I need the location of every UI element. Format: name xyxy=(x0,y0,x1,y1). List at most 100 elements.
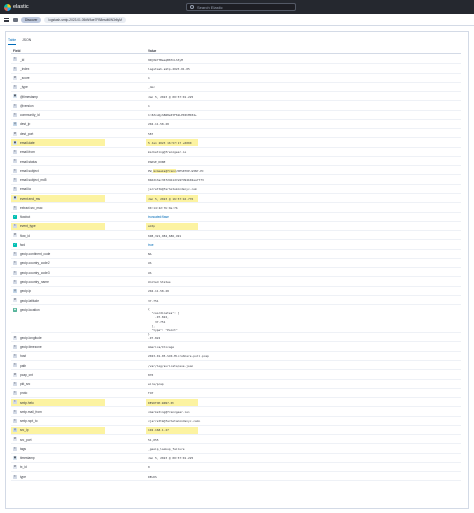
field-name: _index xyxy=(20,66,30,71)
date-type-icon: ▣ xyxy=(13,140,17,145)
field-value: US xyxy=(148,261,152,266)
tab-json[interactable]: JSON xyxy=(22,38,31,45)
field-value: PARSE_DONE xyxy=(148,159,166,164)
field-value: { "coordinates": [ -97.822, 37.751 ], "t… xyxy=(148,306,180,337)
hamburger-menu-icon[interactable] xyxy=(4,17,9,22)
field-value: 1 xyxy=(148,76,150,81)
num-type-icon: # xyxy=(13,131,17,136)
field-name: flow_id xyxy=(20,233,30,238)
num-type-icon: # xyxy=(13,298,17,303)
table-row: t host 2023-01-05-SCR-MicroShare-pull.pcap xyxy=(11,352,461,361)
global-search-input[interactable]: Search Elastic xyxy=(186,3,296,11)
field-value: /var/log/suricata/eve.json xyxy=(148,363,194,368)
str-type-icon: t xyxy=(13,344,17,349)
field-value: 192.168.1.27 xyxy=(148,428,169,433)
str-type-icon: t xyxy=(13,418,17,423)
date-type-icon: ▣ xyxy=(13,196,17,201)
geo-type-icon: ◆ xyxy=(13,307,17,312)
table-row: ▣ timestamp Jan 5, 2023 @ 00:57:01.225 xyxy=(11,454,461,463)
field-value: <jarrettm@farhotomindsnyc.com> xyxy=(148,419,201,424)
field-name: smtp.mail_from xyxy=(20,409,42,414)
table-row: ✓ flowbot truncated:flase xyxy=(11,213,461,222)
table-row: t geoip.country_code2 US xyxy=(11,259,461,269)
table-row: t email.from marketing@frenzgear.io xyxy=(11,148,461,157)
table-row: t pkt_src wire/pcap xyxy=(11,380,461,389)
tab-table[interactable]: Table xyxy=(8,38,17,45)
table-row: t path/var/log/suricata/eve.json xyxy=(11,361,461,371)
table-row: ✓ fwd true xyxy=(11,240,461,250)
field-value: PW_mcmeeks@frenz/DESKTOP-WIN7-PC xyxy=(148,168,204,173)
field-value: wire/pcap xyxy=(148,382,164,387)
str-type-icon: t xyxy=(13,409,17,414)
table-row: # tx_id 0 xyxy=(11,463,461,473)
elastic-logo[interactable]: elastic xyxy=(4,3,29,11)
table-row: t email.subject PW_mcmeeks@frenz/DESKTOP-W… xyxy=(11,166,461,176)
str-type-icon: t xyxy=(13,363,17,368)
table-row: ◎ src_ip 192.168.1.27 xyxy=(11,426,461,436)
field-name: type xyxy=(20,474,27,479)
field-name: _type xyxy=(20,85,28,90)
table-row: t geoip.continent_code NA xyxy=(11,250,461,259)
brand-name: elastic xyxy=(13,4,29,10)
field-value: 698,321,984,686,491 xyxy=(148,233,182,238)
str-type-icon: t xyxy=(13,446,17,451)
table-row: t geoip.country_name United States xyxy=(11,277,461,287)
field-name: event_type xyxy=(20,224,36,229)
table-row: t @version 1 xyxy=(11,101,461,111)
field-name: @version xyxy=(20,103,34,108)
str-type-icon: t xyxy=(13,57,17,62)
table-row: ▣ email.date 5 Jan 2023 16:57:17 +0000 xyxy=(11,138,461,148)
str-type-icon: t xyxy=(13,159,17,164)
str-type-icon: t xyxy=(13,279,17,284)
field-value: 51,055 xyxy=(148,437,159,442)
table-row: t smtp.helo DESKTOP-WIN7-PC xyxy=(11,398,461,408)
breadcrumb-discover[interactable]: Discover xyxy=(21,16,42,23)
field-value[interactable]: truncated:flase xyxy=(148,215,169,219)
elastic-logo-icon xyxy=(4,3,11,11)
str-type-icon: t xyxy=(13,251,17,256)
field-value: 5 Jan 2023 16:57:17 +0000 xyxy=(148,140,192,145)
field-value: _geoip_lookup_failure xyxy=(148,446,185,451)
field-value: marketing@frenzgear.io xyxy=(148,150,187,155)
value-suffix: /DESKTOP-WIN7-PC xyxy=(175,168,204,173)
field-value: <marketing@frenzgear.io> xyxy=(148,409,190,414)
str-type-icon: t xyxy=(13,270,17,275)
field-name: @timestamp xyxy=(20,94,38,99)
num-type-icon: # xyxy=(13,372,17,377)
str-type-icon: t xyxy=(13,168,17,173)
field-name: src_port xyxy=(20,437,32,442)
table-row: t proto TCP xyxy=(11,389,461,399)
str-type-icon: t xyxy=(13,177,17,182)
field-value: TCP xyxy=(148,391,154,396)
table-header: Field Value xyxy=(11,48,461,54)
field-name: geoip.longitude xyxy=(20,335,42,340)
str-type-icon: t xyxy=(13,391,17,396)
field-value: 870 xyxy=(148,372,154,377)
num-type-icon: # xyxy=(13,335,17,340)
app-switcher-icon[interactable] xyxy=(13,17,18,22)
table-row: ▣ event.end_ms Jan 5, 2023 @ 16:57:16.776 xyxy=(11,194,461,204)
field-value: 587 xyxy=(148,131,154,136)
value-match-highlight: mcmeeks@frenz xyxy=(153,168,176,173)
table-row: t extract.src_mac 00:14:22:7b:9e:7b xyxy=(11,203,461,213)
field-name: email.subject_md5 xyxy=(20,178,47,183)
field-name: path xyxy=(20,363,27,368)
ip-type-icon: ◎ xyxy=(13,428,17,433)
str-type-icon: t xyxy=(13,400,17,405)
field-name: geoip.ip xyxy=(20,289,32,294)
field-name: geoip.country_code2 xyxy=(20,261,50,266)
str-type-icon: t xyxy=(13,112,17,117)
table-row: t geoip.country_code3 US xyxy=(11,268,461,278)
table-row: t _index logstash-smtp-2023.01.05 xyxy=(11,64,461,74)
table-row: ◎ dest_ip 204.11.58.28 xyxy=(11,120,461,130)
str-type-icon: t xyxy=(13,354,17,359)
field-value[interactable]: true xyxy=(148,243,154,247)
table-row: t smtp.mail_from <marketing@frenzgear.io> xyxy=(11,407,461,417)
field-value: United States xyxy=(148,279,171,284)
field-name: extract.src_mac xyxy=(20,205,43,210)
field-name: tags xyxy=(20,446,27,451)
field-name: _score xyxy=(20,76,30,81)
field-name: community_id xyxy=(20,113,40,118)
field-name: geoip.latitude xyxy=(20,298,39,303)
field-value: DESKTOP-WIN7-PC xyxy=(148,400,175,405)
